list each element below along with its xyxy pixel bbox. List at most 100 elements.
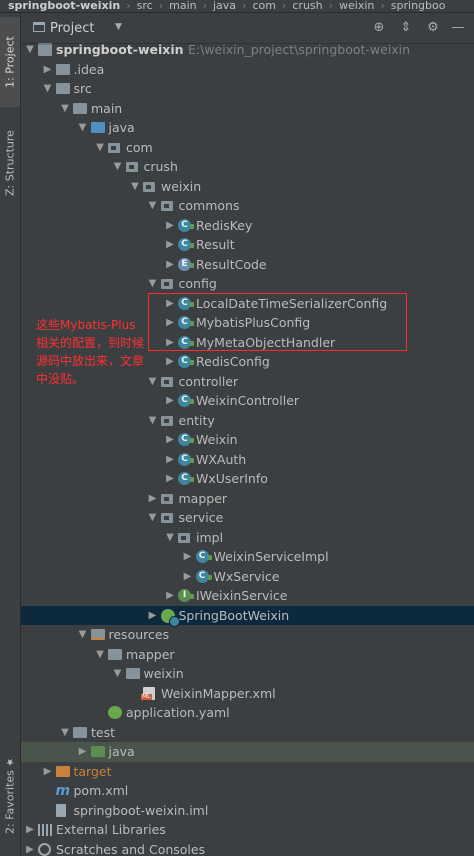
chevron-down-icon[interactable]: ▼	[147, 372, 159, 392]
breadcrumb-item[interactable]: springboo	[391, 0, 446, 12]
chevron-right-icon[interactable]: ▶	[164, 450, 176, 470]
tree-node[interactable]: springboot-weixin.iml	[21, 801, 474, 821]
tree-node-label: WeixinController	[196, 393, 300, 408]
tree-node[interactable]: application.yaml	[21, 703, 474, 723]
tree-node[interactable]: ▼ weixin	[21, 664, 474, 684]
tree-node[interactable]: ▼ resources	[21, 625, 474, 645]
chevron-right-icon[interactable]: ▶	[164, 469, 176, 489]
tab-favorites[interactable]: 2: Favorites ★	[0, 753, 20, 837]
chevron-down-icon[interactable]: ▼	[94, 645, 106, 665]
chevron-right-icon[interactable]: ▶	[164, 430, 176, 450]
project-view-selector[interactable]: Project	[50, 21, 94, 36]
chevron-down-icon[interactable]: ▼	[77, 118, 89, 138]
chevron-right-icon[interactable]: ▶	[164, 255, 176, 275]
tree-node[interactable]: m pom.xml	[21, 781, 474, 801]
breadcrumb-item[interactable]: src	[137, 0, 153, 12]
tree-node[interactable]: ▼ entity	[21, 411, 474, 431]
target-icon[interactable]: ⊕	[371, 20, 387, 36]
tree-node[interactable]: ▶ C WxService	[21, 567, 474, 587]
tree-node[interactable]: ▼ crush	[21, 157, 474, 177]
chevron-right-icon[interactable]: ▶	[182, 567, 194, 587]
chevron-right-icon[interactable]: ▶	[164, 586, 176, 606]
project-window-icon	[33, 22, 45, 32]
tree-node[interactable]: ▼ commons	[21, 196, 474, 216]
chevron-down-icon[interactable]: ▼	[42, 79, 54, 99]
chevron-right-icon[interactable]: ▶	[164, 216, 176, 236]
tree-node[interactable]: ▶ C WeixinServiceImpl	[21, 547, 474, 567]
tree-node[interactable]: ▶ C WXAuth	[21, 450, 474, 470]
breadcrumb-item[interactable]: springboot-weixin	[0, 0, 120, 12]
tree-node-label: springboot-weixin.iml	[73, 802, 209, 818]
chevron-down-icon[interactable]: ▼	[94, 138, 106, 158]
chevron-down-icon[interactable]: ▼	[59, 723, 71, 743]
breadcrumb-item[interactable]: com	[252, 0, 276, 12]
chevron-right-icon[interactable]: ▶	[24, 840, 36, 856]
tree-node[interactable]: ▶ SpringBootWeixin	[21, 605, 474, 627]
tree-node[interactable]: ▼ springboot-weixin E:\weixin_project\spri…	[21, 40, 474, 60]
chevron-right-icon[interactable]: ▶	[42, 60, 54, 80]
tree-node[interactable]: ▶ C Weixin	[21, 430, 474, 450]
breadcrumb-item[interactable]: java	[213, 0, 236, 12]
tree-node[interactable]: ▼ impl	[21, 528, 474, 548]
tree-node[interactable]: ▼ config	[21, 274, 474, 294]
tab-project[interactable]: 1: Project	[0, 17, 20, 107]
collapse-icon[interactable]: ⇕	[398, 20, 414, 36]
chevron-right-icon[interactable]: ▶	[164, 313, 176, 333]
chevron-down-icon[interactable]: ▼	[164, 528, 176, 548]
chevron-down-icon[interactable]: ▼	[115, 22, 122, 32]
chevron-down-icon[interactable]: ▼	[147, 411, 159, 431]
tree-node[interactable]: ▶ E ResultCode	[21, 255, 474, 275]
tree-node[interactable]: ▼ src	[21, 79, 474, 99]
chevron-down-icon[interactable]: ▼	[59, 99, 71, 119]
chevron-right-icon[interactable]: ▶	[147, 489, 159, 509]
chevron-down-icon[interactable]: ▼	[112, 157, 124, 177]
tree-node[interactable]: ▶ I IWeixinService	[21, 586, 474, 606]
tree-node[interactable]: ▶ C WxUserInfo	[21, 469, 474, 489]
tree-node[interactable]: ▼ main	[21, 99, 474, 119]
chevron-down-icon[interactable]: ▼	[147, 508, 159, 528]
hide-icon[interactable]: —	[450, 20, 466, 36]
chevron-right-icon[interactable]: ▶	[182, 547, 194, 567]
breadcrumb-item[interactable]: weixin	[339, 0, 374, 12]
chevron-right-icon[interactable]: ▶	[77, 742, 89, 762]
chevron-down-icon[interactable]: ▼	[24, 40, 36, 60]
chevron-down-icon[interactable]: ▼	[112, 664, 124, 684]
tree-node[interactable]: ▼ mapper	[21, 645, 474, 665]
chevron-down-icon[interactable]: ▼	[147, 274, 159, 294]
tree-node-label: LocalDateTimeSerializerConfig	[196, 295, 388, 311]
tab-structure[interactable]: Z: Structure	[0, 123, 20, 203]
tree-node[interactable]: ▼ test	[21, 723, 474, 743]
tree-node[interactable]: ▶ C RedisKey	[21, 216, 474, 236]
chevron-right-icon[interactable]: ▶	[164, 391, 176, 411]
tree-node[interactable]: ▼ com	[21, 138, 474, 158]
tree-node[interactable]: ▶ C LocalDateTimeSerializerConfig	[21, 294, 474, 314]
tree-node[interactable]: ▼ java	[21, 118, 474, 138]
chevron-right-icon[interactable]: ▶	[164, 352, 176, 372]
tree-node[interactable]: ▶ mapper	[21, 489, 474, 509]
chevron-down-icon[interactable]: ▼	[147, 196, 159, 216]
chevron-down-icon[interactable]: ▼	[129, 177, 141, 197]
tree-node[interactable]: ▼ weixin	[21, 177, 474, 197]
tree-node[interactable]: ▶ .idea	[21, 60, 474, 80]
chevron-right-icon[interactable]: ▶	[164, 235, 176, 255]
tree-node[interactable]: ▶ target	[21, 762, 474, 782]
tree-node-label: target	[73, 763, 112, 779]
tree-node[interactable]: ▶ C Result	[21, 235, 474, 255]
chevron-right-icon[interactable]: ▶	[164, 294, 176, 314]
tree-node[interactable]: ▼ service	[21, 508, 474, 528]
settings-gear-icon[interactable]: ⚙	[425, 20, 441, 36]
tree-node[interactable]: WeixinMapper.xml	[21, 684, 474, 704]
chevron-right-icon[interactable]: ▶	[164, 333, 176, 353]
chevron-right-icon[interactable]: ▶	[42, 762, 54, 782]
chevron-right-icon[interactable]: ▶	[24, 820, 36, 840]
tree-node[interactable]: ▶ java	[21, 742, 474, 762]
tree-node[interactable]: ▶ External Libraries	[21, 820, 474, 840]
tree-node-label: SpringBootWeixin	[178, 607, 290, 623]
tree-node[interactable]: ▶ Scratches and Consoles	[21, 840, 474, 856]
tree-node[interactable]: ▶ C WeixinController	[21, 391, 474, 411]
breadcrumb-item[interactable]: main	[169, 0, 196, 12]
breadcrumb-item[interactable]: crush	[292, 0, 322, 12]
chevron-right-icon[interactable]: ▶	[147, 606, 159, 626]
tree-node-label: crush	[143, 159, 178, 174]
chevron-down-icon[interactable]: ▼	[77, 625, 89, 645]
